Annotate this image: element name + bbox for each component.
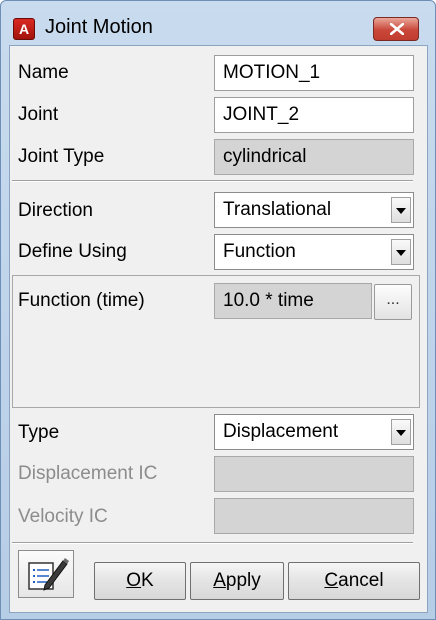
cancel-mnemonic: C [324,570,339,591]
cancel-button[interactable]: Cancel [288,562,420,600]
separator [12,180,413,182]
joint-label: Joint [18,104,59,125]
define-using-dropdown-button[interactable] [391,239,411,265]
apply-label-rest: pply [225,570,261,591]
joint-type-field: cylindrical [214,139,414,175]
define-using-value: Function [223,241,296,262]
define-using-label: Define Using [18,241,127,262]
type-label: Type [18,422,60,443]
ok-label-rest: K [141,570,154,591]
notes-edit-icon [28,558,69,591]
notes-button[interactable] [18,550,74,598]
joint-field[interactable]: JOINT_2 [214,97,414,133]
apply-mnemonic: A [213,570,226,591]
type-dropdown-button[interactable] [391,419,411,445]
type-value: Displacement [223,421,339,442]
direction-dropdown[interactable]: Translational [214,192,414,228]
joint-type-label: Joint Type [18,146,105,167]
function-field[interactable]: 10.0 * time [214,283,372,319]
displacement-ic-field [214,456,414,492]
function-builder-button[interactable]: ... [374,284,412,320]
velocity-ic-label: Velocity IC [18,506,108,527]
name-field[interactable]: MOTION_1 [214,55,414,91]
direction-value: Translational [223,199,332,220]
apply-button[interactable]: Apply [190,562,284,600]
type-dropdown[interactable]: Displacement [214,414,414,450]
direction-dropdown-button[interactable] [391,197,411,223]
displacement-ic-label: Displacement IC [18,463,158,484]
ok-button[interactable]: OK [94,562,186,600]
cancel-label-rest: ancel [338,570,384,591]
close-icon [390,23,404,35]
direction-label: Direction [18,200,93,221]
name-label: Name [18,62,69,83]
app-icon: A [13,18,35,40]
chevron-down-icon [396,430,406,436]
function-label: Function (time) [18,290,145,311]
ok-mnemonic: O [126,570,142,591]
window-title: Joint Motion [45,16,153,38]
define-using-dropdown[interactable]: Function [214,234,414,270]
close-button[interactable] [373,17,419,41]
chevron-down-icon [396,250,406,256]
separator [12,542,413,544]
chevron-down-icon [396,208,406,214]
velocity-ic-field [214,498,414,534]
